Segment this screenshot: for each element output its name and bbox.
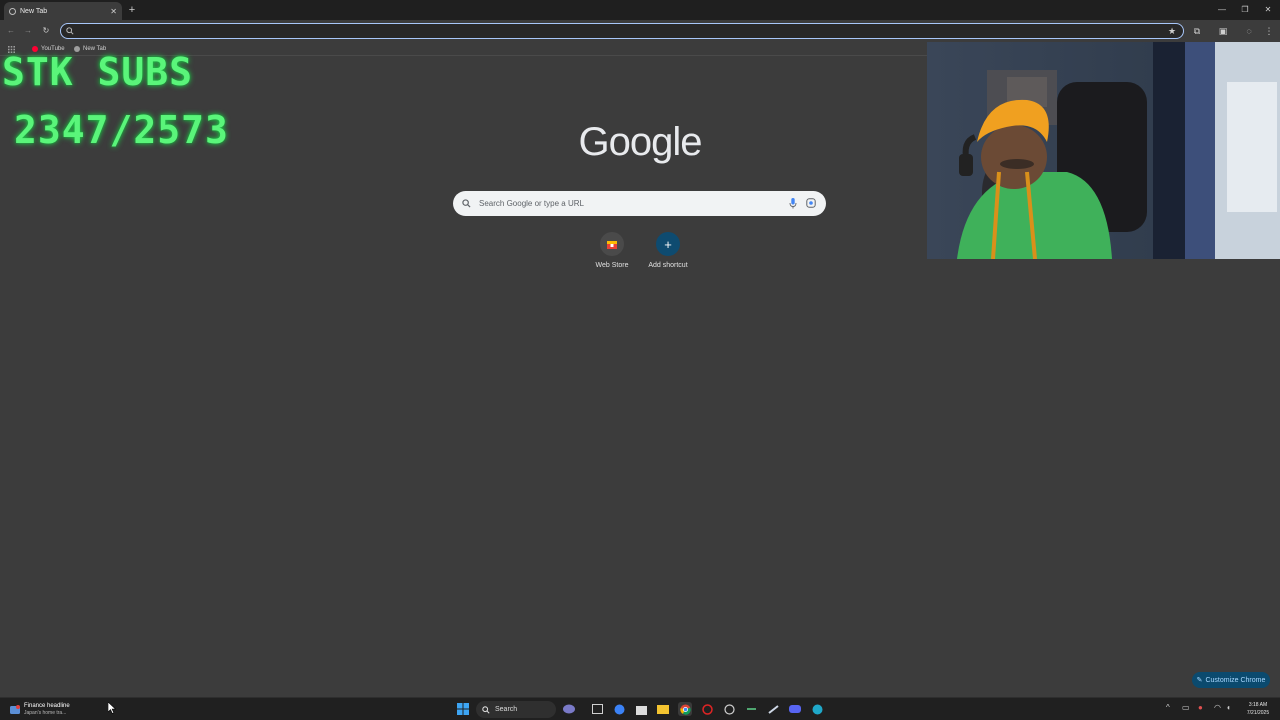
close-window-button[interactable]: ✕ xyxy=(1260,3,1276,17)
bookmark-star-icon[interactable]: ★ xyxy=(1165,24,1179,38)
taskbar-search[interactable]: Search xyxy=(476,701,556,718)
pencil-icon: ✎ xyxy=(1196,677,1203,684)
chrome-icon[interactable] xyxy=(678,702,692,716)
news-widget[interactable]: Finance headline Japan's home tra... xyxy=(10,701,70,718)
shortcut-web-store[interactable]: Web Store xyxy=(582,232,642,276)
tab-new-tab[interactable]: New Tab ✕ xyxy=(4,2,122,20)
google-lens-icon[interactable] xyxy=(806,198,816,208)
reload-button[interactable]: ↻ xyxy=(40,24,52,38)
volume-icon[interactable]: ◖ xyxy=(1226,703,1231,712)
profile-icon[interactable]: ◌ xyxy=(1242,24,1256,38)
discord-icon[interactable] xyxy=(788,702,802,716)
customize-label: Customize Chrome xyxy=(1205,676,1266,684)
tray-mic-icon[interactable]: ● xyxy=(1198,703,1203,712)
extensions-icon[interactable]: ⧉ xyxy=(1190,24,1204,38)
clock-date: 7/21/2025 xyxy=(1246,710,1270,716)
shortcut-add[interactable]: + Add shortcut xyxy=(638,232,698,276)
store-icon[interactable] xyxy=(634,702,648,716)
search-input[interactable] xyxy=(477,195,777,212)
web-store-icon xyxy=(600,232,624,256)
steam-icon[interactable] xyxy=(766,702,780,716)
close-tab-icon[interactable]: ✕ xyxy=(110,7,117,16)
system-clock[interactable]: 3:18 AM 7/21/2025 xyxy=(1240,701,1276,717)
app-icon[interactable] xyxy=(722,702,736,716)
webcam-feed xyxy=(927,42,1280,259)
file-explorer-icon[interactable] xyxy=(656,702,670,716)
chevron-up-icon[interactable]: ^ xyxy=(1166,703,1170,712)
shortcut-label: Web Store xyxy=(595,262,629,269)
taskbar-search-label: Search xyxy=(495,706,518,713)
forward-button[interactable]: → xyxy=(22,24,34,38)
news-subtitle: Japan's home tra... xyxy=(24,709,67,716)
news-icon xyxy=(10,704,20,714)
side-panel-icon[interactable]: ▣ xyxy=(1216,24,1230,38)
subs-counter: 2347/2573 xyxy=(14,108,229,152)
search-box[interactable] xyxy=(453,191,826,216)
start-icon[interactable] xyxy=(456,702,470,716)
task-view-icon[interactable] xyxy=(590,702,604,716)
tab-strip: New Tab ✕ + — ❐ ✕ xyxy=(0,0,1280,20)
tray-app-icon[interactable]: ▭ xyxy=(1182,703,1190,712)
search-icon xyxy=(482,705,490,714)
shortcut-label: Add shortcut xyxy=(648,262,688,269)
terminal-icon[interactable] xyxy=(744,702,758,716)
edge-icon[interactable] xyxy=(810,702,824,716)
tab-title: New Tab xyxy=(20,7,48,15)
restore-button[interactable]: ❐ xyxy=(1237,3,1253,17)
menu-icon[interactable]: ⋮ xyxy=(1262,24,1276,38)
copilot-app-icon[interactable] xyxy=(612,702,626,716)
opera-icon[interactable] xyxy=(700,702,714,716)
microphone-icon[interactable] xyxy=(789,198,797,209)
new-tab-button[interactable]: + xyxy=(126,3,138,17)
taskbar: Finance headline Japan's home tra... Sea… xyxy=(0,697,1280,720)
subs-label: STK SUBS xyxy=(2,50,194,94)
search-icon xyxy=(66,27,74,35)
customize-chrome-button[interactable]: ✎ Customize Chrome xyxy=(1192,672,1270,688)
wifi-icon[interactable]: ◠ xyxy=(1214,703,1221,712)
address-bar[interactable] xyxy=(60,23,1184,39)
copilot-icon[interactable] xyxy=(562,702,576,716)
browser-toolbar: ← → ↻ ★ ⧉ ▣ ◌ ⋮ xyxy=(0,20,1280,42)
back-button[interactable]: ← xyxy=(5,24,17,38)
clock-time: 3:18 AM xyxy=(1248,702,1268,708)
mouse-cursor-icon xyxy=(108,702,116,714)
google-logo: Google xyxy=(578,120,703,164)
search-icon xyxy=(462,199,471,208)
plus-icon: + xyxy=(656,232,680,256)
tab-favicon-icon xyxy=(9,7,16,15)
minimize-button[interactable]: — xyxy=(1214,3,1230,17)
news-title: Finance headline xyxy=(24,702,70,709)
